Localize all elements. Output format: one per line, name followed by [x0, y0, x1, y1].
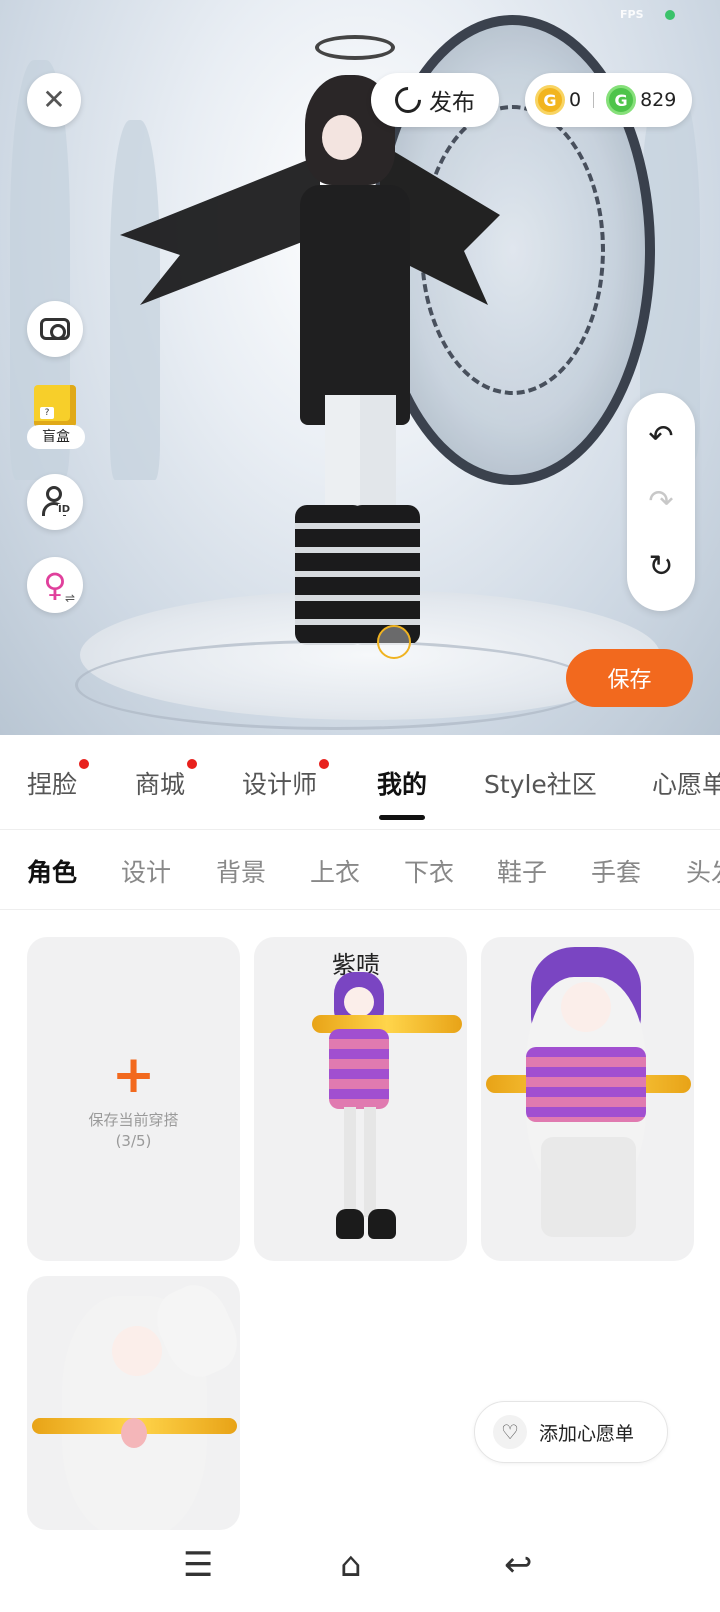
outfit-thumbnail-shoe	[368, 1209, 396, 1239]
gender-switch-button[interactable]: ♀ ⇌	[27, 557, 83, 613]
outfit-thumbnail-shirt	[526, 1047, 646, 1122]
outfit-card[interactable]: 紫啧	[254, 937, 467, 1261]
fps-status-dot	[665, 10, 675, 20]
saved-outfit-count: (3/5)	[115, 1131, 152, 1150]
publish-label: 发布	[429, 90, 475, 116]
outfit-thumbnail-face	[344, 987, 374, 1017]
subtab-top[interactable]: 上衣	[310, 853, 360, 889]
avatar-id-button[interactable]: ID	[27, 474, 83, 530]
notification-dot	[79, 759, 90, 769]
outfit-card[interactable]	[27, 1276, 240, 1530]
notification-dot	[187, 759, 198, 769]
blindbox-question-mark: ?	[40, 407, 54, 419]
tab-face-label: 捏脸	[27, 770, 78, 799]
tab-mine[interactable]: 我的	[377, 765, 427, 801]
outfit-thumbnail-shirt	[329, 1029, 389, 1109]
subtab-gloves[interactable]: 手套	[591, 853, 641, 889]
outfit-thumbnail-face	[112, 1326, 162, 1376]
undo-icon[interactable]: ↶	[648, 422, 673, 452]
subtab-hair[interactable]: 头发	[686, 853, 720, 889]
publish-button[interactable]: 发布	[371, 73, 499, 127]
outfit-thumbnail-boots	[541, 1137, 636, 1237]
tab-store[interactable]: 商城	[135, 759, 198, 801]
tab-designer[interactable]: 设计师	[242, 759, 330, 801]
main-tab-bar: 捏脸 商城 设计师 我的 Style社区 心愿单	[0, 735, 720, 830]
subtab-design[interactable]: 设计	[121, 853, 171, 889]
active-tab-indicator	[379, 815, 425, 820]
close-button[interactable]: ✕	[27, 73, 81, 127]
redo-icon[interactable]: ↷	[648, 486, 673, 517]
add-wishlist-button[interactable]: ♡ 添加心愿单	[474, 1401, 668, 1463]
subtab-shoes[interactable]: 鞋子	[497, 853, 547, 889]
female-gender-icon: ♀	[43, 566, 67, 604]
avatar-id-icon: ID	[40, 486, 71, 518]
green-coin-icon: G	[606, 85, 637, 115]
rotate-handle[interactable]	[377, 625, 411, 659]
outfit-thumbnail-leg	[344, 1107, 356, 1217]
back-icon[interactable]: ↩	[504, 1548, 533, 1582]
outfit-card[interactable]	[481, 937, 694, 1261]
outfit-thumbnail-paw	[121, 1418, 147, 1448]
fps-label: FPS	[620, 8, 644, 21]
camera-icon	[40, 318, 70, 340]
edit-history-toolbar: ↶ ↷ ↻	[627, 393, 695, 611]
tab-store-label: 商城	[135, 770, 186, 799]
subtab-character[interactable]: 角色	[27, 853, 77, 889]
blindbox-label: 盲盒	[27, 425, 85, 449]
tab-wishlist[interactable]: 心愿单	[652, 765, 720, 801]
outfit-thumbnail-leg	[364, 1107, 376, 1217]
save-button[interactable]: 保存	[566, 649, 693, 707]
reset-icon[interactable]: ↻	[648, 551, 673, 582]
swap-icon: ⇌	[65, 591, 76, 605]
outfit-thumbnail-face	[561, 982, 611, 1032]
plus-icon: +	[111, 1044, 156, 1105]
outfit-thumbnail-shoe	[336, 1209, 364, 1239]
system-nav-bar: ☰ ⌂ ↩	[0, 1530, 720, 1612]
publish-icon	[389, 81, 427, 119]
gold-coin-icon: G	[535, 85, 565, 115]
blindbox-button[interactable]: ? 盲盒	[27, 385, 85, 455]
blindbox-icon: ?	[34, 385, 76, 427]
close-icon: ✕	[42, 83, 66, 116]
save-outfit-card[interactable]: + 保存当前穿搭 (3/5)	[27, 937, 240, 1261]
menu-icon[interactable]: ☰	[183, 1548, 213, 1582]
tab-face[interactable]: 捏脸	[27, 759, 90, 801]
category-tab-bar: 角色 设计 背景 上衣 下衣 鞋子 手套 头发	[0, 830, 720, 910]
avatar-character[interactable]	[120, 35, 500, 675]
subtab-background[interactable]: 背景	[216, 853, 266, 889]
heart-icon: ♡	[493, 1415, 527, 1449]
save-outfit-label: 保存当前穿搭	[88, 1110, 179, 1129]
home-icon[interactable]: ⌂	[340, 1548, 362, 1582]
subtab-bottom[interactable]: 下衣	[404, 853, 454, 889]
tab-style-community[interactable]: Style社区	[484, 765, 597, 801]
currency-divider	[593, 92, 595, 108]
notification-dot	[319, 759, 330, 769]
add-wishlist-label: 添加心愿单	[539, 1422, 635, 1445]
camera-button[interactable]	[27, 301, 83, 357]
tab-designer-label: 设计师	[242, 770, 318, 799]
currency-balance[interactable]: G 0 G 829	[525, 73, 692, 127]
green-coin-count: 829	[640, 89, 677, 111]
gold-coin-count: 0	[569, 89, 582, 111]
